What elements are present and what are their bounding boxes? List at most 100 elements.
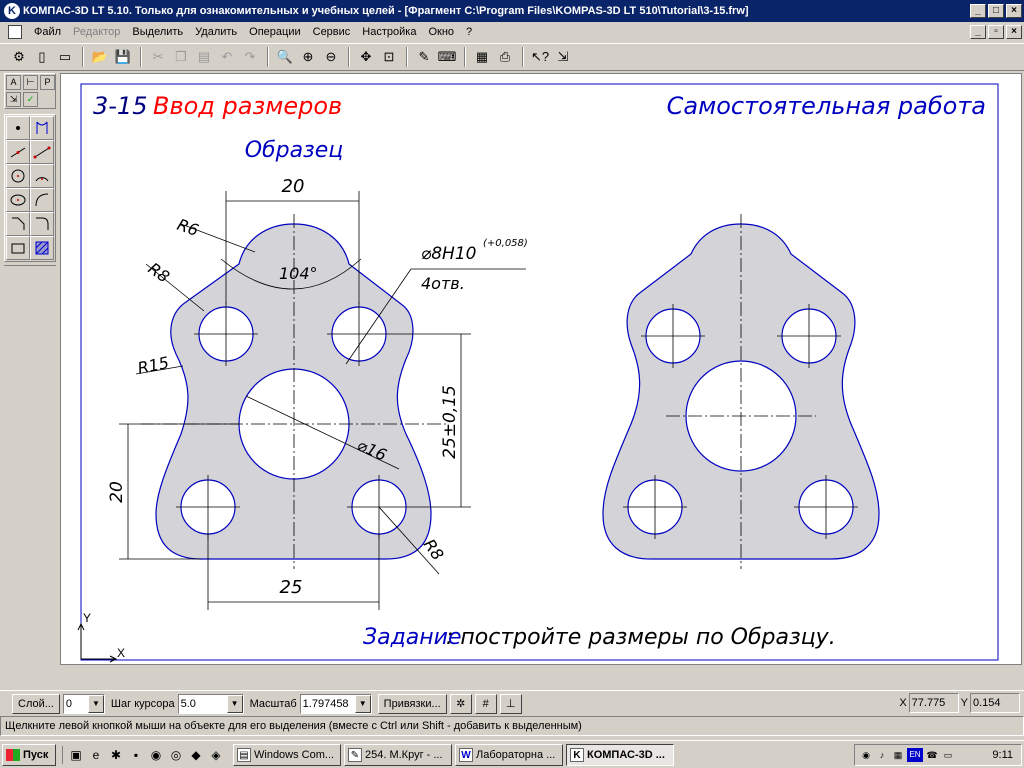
new-sheet-icon[interactable]: ▯ — [31, 46, 53, 68]
new-fragment-icon[interactable]: ▭ — [54, 46, 76, 68]
tray-sound-icon[interactable]: ♪ — [875, 748, 889, 762]
clock[interactable]: 9:11 — [992, 749, 1013, 761]
dim-top-width: 20 — [282, 176, 305, 197]
cursor-step-label: Шаг курсора — [110, 697, 175, 710]
zoom-all-icon[interactable]: ⊡ — [378, 46, 400, 68]
open-icon[interactable]: 📂 — [89, 46, 111, 68]
dim-bottom-width: 25 — [280, 577, 303, 598]
spline-icon[interactable] — [30, 188, 54, 212]
ie-icon[interactable]: e — [87, 746, 105, 764]
point-icon[interactable] — [6, 116, 30, 140]
task-text: : постройте размеры по Образцу. — [446, 625, 836, 650]
auxiliary-line-icon[interactable] — [30, 116, 54, 140]
maximize-button[interactable]: □ — [988, 4, 1004, 18]
dim-angle: 104° — [279, 264, 318, 283]
mode-edit-icon[interactable]: ✓ — [23, 92, 38, 107]
minimize-button[interactable]: _ — [970, 4, 986, 18]
app2-icon[interactable]: ◈ — [207, 746, 225, 764]
hatch-icon[interactable] — [30, 236, 54, 260]
local-cs-icon[interactable]: ⊥ — [499, 693, 522, 714]
cut-icon[interactable]: ✂ — [147, 46, 169, 68]
tray-lang-indicator[interactable]: EN — [907, 748, 923, 762]
polyline-icon[interactable] — [30, 140, 54, 164]
task-label: 254. М.Круг - ... — [365, 748, 443, 761]
layer-button[interactable]: Слой... — [12, 693, 60, 714]
doc-minimize-button[interactable]: _ — [970, 25, 986, 39]
tray-monitor-icon[interactable]: ▭ — [941, 748, 955, 762]
layer-value: 0 — [65, 697, 73, 710]
keyboard-icon[interactable]: ⌨ — [436, 46, 458, 68]
scale-select[interactable]: 1.797458 ▼ — [299, 693, 372, 714]
menu-window[interactable]: Окно — [422, 26, 460, 38]
ellipse-icon[interactable] — [6, 188, 30, 212]
chrome-icon[interactable]: ◎ — [167, 746, 185, 764]
copy-icon[interactable]: ❐ — [170, 46, 192, 68]
document-icon[interactable] — [8, 25, 22, 39]
mode-text-icon[interactable]: A — [6, 75, 21, 90]
tray-phone-icon[interactable]: ☎ — [925, 748, 939, 762]
redo-icon[interactable]: ↷ — [239, 46, 261, 68]
menu-operations[interactable]: Операции — [243, 26, 306, 38]
menu-settings[interactable]: Настройка — [356, 26, 422, 38]
circle-icon[interactable] — [6, 164, 30, 188]
title-bar[interactable]: K КОМПАС-3D LT 5.10. Только для ознакоми… — [0, 0, 1024, 22]
context-help-icon[interactable]: ↖? — [529, 46, 551, 68]
snaps-button[interactable]: Привязки... — [377, 693, 447, 714]
mode-measure-icon[interactable]: ⇲ — [6, 92, 21, 107]
rectangle-icon[interactable] — [6, 236, 30, 260]
independent-work-title: Самостоятельная работа — [667, 92, 986, 120]
cursor-step-select[interactable]: 5.0 ▼ — [177, 693, 244, 714]
menu-help[interactable]: ? — [460, 26, 478, 38]
properties-icon[interactable]: ✎ — [413, 46, 435, 68]
task-windows-commander[interactable]: ▤ Windows Com... — [233, 743, 341, 766]
undo-icon[interactable]: ↶ — [216, 46, 238, 68]
chevron-down-icon[interactable]: ▼ — [354, 694, 371, 713]
app-red-icon[interactable]: ✱ — [107, 746, 125, 764]
dim-r6: R6 — [175, 215, 202, 240]
print-preview-icon[interactable]: ▦ — [471, 46, 493, 68]
new-3d-icon[interactable]: ⚙ — [8, 46, 30, 68]
y-coord-value: 0.154 — [970, 693, 1020, 713]
segment-icon[interactable] — [6, 140, 30, 164]
paste-icon[interactable]: ▤ — [193, 46, 215, 68]
chamfer-icon[interactable] — [6, 212, 30, 236]
zoom-window-icon[interactable]: 🔍 — [274, 46, 296, 68]
menu-delete[interactable]: Удалить — [189, 26, 243, 38]
arc-icon[interactable] — [30, 164, 54, 188]
start-button[interactable]: Пуск — [2, 743, 56, 766]
mode-dimension-icon[interactable]: ⊢ — [23, 75, 38, 90]
menu-file[interactable]: Файл — [28, 26, 67, 38]
doc-close-button[interactable]: × — [1006, 25, 1022, 39]
zoom-out-icon[interactable]: ⊖ — [320, 46, 342, 68]
app-icon[interactable]: ◆ — [187, 746, 205, 764]
save-icon[interactable]: 💾 — [112, 46, 134, 68]
drawing-canvas[interactable]: 3-15 Ввод размеров Самостоятельная работ… — [60, 73, 1022, 665]
fillet-icon[interactable] — [30, 212, 54, 236]
x-coord-label: X — [899, 697, 907, 709]
print-icon[interactable]: ⎙ — [494, 46, 516, 68]
snap-toggle-icon[interactable]: ✲ — [449, 693, 472, 714]
mode-parameter-icon[interactable]: P — [40, 75, 55, 90]
layer-select[interactable]: 0 ▼ — [62, 693, 105, 714]
exit-icon[interactable]: ⇲ — [552, 46, 574, 68]
tray-app-icon[interactable]: ◉ — [859, 748, 873, 762]
task-kompas[interactable]: K КОМПАС-3D ... — [566, 743, 674, 766]
menu-editor[interactable]: Редактор — [67, 26, 126, 38]
task-mkrug[interactable]: ✎ 254. М.Круг - ... — [344, 743, 452, 766]
save-disk-icon[interactable]: ▪ — [127, 746, 145, 764]
desktop-icon[interactable]: ▣ — [67, 746, 85, 764]
menu-select[interactable]: Выделить — [126, 26, 189, 38]
close-button[interactable]: × — [1006, 4, 1022, 18]
kompas-logo-icon[interactable]: K — [4, 3, 20, 19]
doc-restore-button[interactable]: ▫ — [988, 25, 1004, 39]
pan-icon[interactable]: ✥ — [355, 46, 377, 68]
media-player-icon[interactable]: ◉ — [147, 746, 165, 764]
tray-network-icon[interactable]: ▦ — [891, 748, 905, 762]
status-bar: Слой... 0 ▼ Шаг курсора 5.0 ▼ Масштаб 1.… — [0, 690, 1024, 716]
grid-icon[interactable]: # — [474, 693, 497, 714]
task-word-lab[interactable]: W Лабораторна ... — [455, 743, 563, 766]
menu-service[interactable]: Сервис — [307, 26, 357, 38]
chevron-down-icon[interactable]: ▼ — [87, 694, 104, 713]
zoom-in-icon[interactable]: ⊕ — [297, 46, 319, 68]
chevron-down-icon[interactable]: ▼ — [226, 694, 243, 713]
